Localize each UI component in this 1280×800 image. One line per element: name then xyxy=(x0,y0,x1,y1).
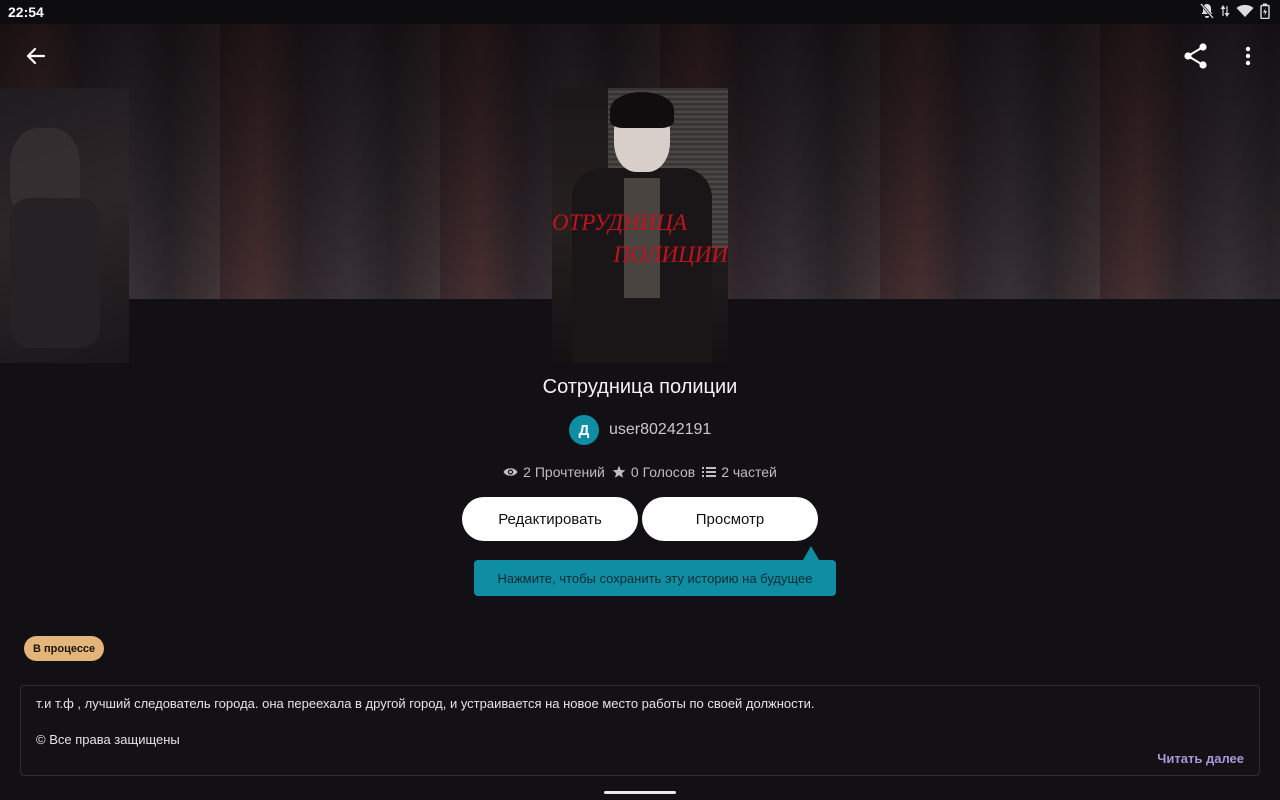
battery-icon xyxy=(1260,3,1270,24)
notifications-off-icon xyxy=(1200,3,1214,24)
previous-story-cover[interactable] xyxy=(0,88,129,363)
parts-stat: 2 частей xyxy=(702,464,777,480)
more-options-button[interactable] xyxy=(1236,42,1260,70)
share-button[interactable] xyxy=(1182,42,1210,70)
read-more-link[interactable]: Читать далее xyxy=(1157,751,1244,766)
author-link[interactable]: Д user80242191 xyxy=(569,415,711,445)
copyright-text: © Все права защищены xyxy=(36,732,180,747)
more-vertical-icon xyxy=(1245,46,1251,66)
story-stats: 2 Прочтений 0 Голосов 2 частей xyxy=(0,464,1280,480)
wifi-icon xyxy=(1236,4,1254,23)
back-button[interactable] xyxy=(22,42,50,70)
story-description: т.и т.ф , лучший следователь города. она… xyxy=(20,685,1260,776)
reads-count: 2 Прочтений xyxy=(523,464,605,480)
tooltip-text: Нажмите, чтобы сохранить эту историю на … xyxy=(497,570,813,586)
status-time: 22:54 xyxy=(8,4,44,20)
star-icon xyxy=(612,465,626,478)
cover-figure-shirt xyxy=(624,178,660,298)
home-indicator[interactable] xyxy=(604,791,676,794)
parts-count: 2 частей xyxy=(721,464,777,480)
data-arrows-icon xyxy=(1220,3,1230,24)
share-icon xyxy=(1184,43,1207,69)
cover-figure-hair xyxy=(610,92,674,128)
tooltip-arrow xyxy=(803,546,819,560)
story-cover[interactable]: ОТРУДНИЦА ПОЛИЦИИ xyxy=(552,88,728,363)
save-story-tooltip[interactable]: Нажмите, чтобы сохранить эту историю на … xyxy=(474,560,836,596)
preview-button[interactable]: Просмотр xyxy=(642,497,818,541)
edit-button[interactable]: Редактировать xyxy=(462,497,638,541)
description-text: т.и т.ф , лучший следователь города. она… xyxy=(36,696,815,711)
eye-icon xyxy=(503,468,518,476)
story-title: Сотрудница полиции xyxy=(542,376,738,398)
status-badge: В процессе xyxy=(24,636,105,661)
list-icon xyxy=(702,467,717,477)
reads-stat: 2 Прочтений xyxy=(503,464,605,480)
status-bar: 22:54 xyxy=(0,0,1280,24)
arrow-left-icon xyxy=(26,47,46,65)
status-icons xyxy=(1200,3,1270,24)
votes-count: 0 Голосов xyxy=(630,464,696,480)
cover-title-line2: ПОЛИЦИИ xyxy=(613,242,728,267)
author-name: user80242191 xyxy=(609,421,712,438)
cover-title-line1: ОТРУДНИЦА xyxy=(552,210,687,235)
avatar: Д xyxy=(569,415,599,445)
votes-stat: 0 Голосов xyxy=(612,464,695,480)
cover-figure-body xyxy=(10,198,100,348)
